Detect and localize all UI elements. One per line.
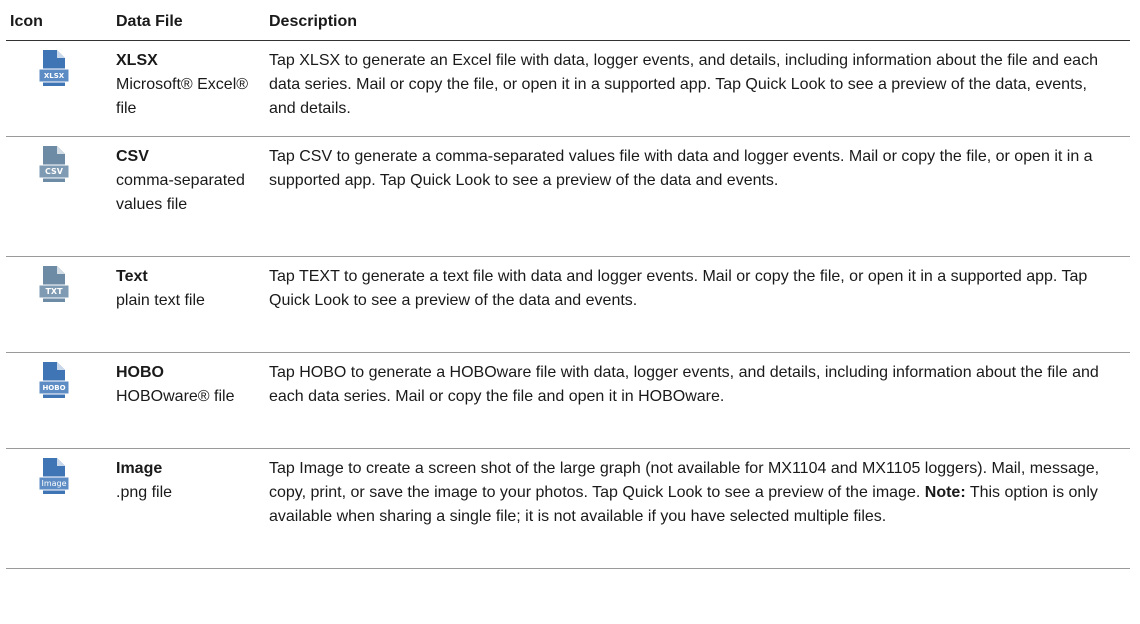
file-description: Tap HOBO to generate a HOBOware file wit…	[259, 352, 1130, 449]
csv-file-icon: CSV	[39, 145, 69, 183]
note-label: Note:	[924, 484, 966, 501]
xlsx-file-icon: XLSX	[39, 49, 69, 87]
header-description: Description	[259, 4, 1130, 41]
file-type: .png file	[116, 484, 173, 501]
file-name: CSV	[116, 148, 149, 165]
file-description: Tap Image to create a screen shot of the…	[259, 448, 1130, 569]
table-row: TXT Text plain text file Tap TEXT to gen…	[6, 256, 1130, 353]
data-file-table: Icon Data File Description XLSX XLSX Mic…	[6, 4, 1130, 569]
file-name: Text	[116, 268, 148, 285]
file-type: comma-separated values file	[116, 172, 245, 213]
table-row: CSV CSV comma-separated values file Tap …	[6, 136, 1130, 257]
hobo-file-icon: HOBO	[39, 361, 69, 399]
txt-file-icon: TXT	[39, 265, 69, 303]
file-type: HOBOware® file	[116, 388, 235, 405]
file-name: HOBO	[116, 364, 164, 381]
file-type: plain text file	[116, 292, 205, 309]
table-row: HOBO HOBO HOBOware® file Tap HOBO to gen…	[6, 352, 1130, 449]
table-header-row: Icon Data File Description	[6, 4, 1130, 41]
file-description: Tap CSV to generate a comma-separated va…	[259, 136, 1130, 257]
file-type: Microsoft® Excel® file	[116, 76, 249, 117]
table-row: Image Image .png file Tap Image to creat…	[6, 448, 1130, 569]
image-file-icon: Image	[39, 457, 69, 495]
file-description: Tap XLSX to generate an Excel file with …	[259, 40, 1130, 137]
file-name: XLSX	[116, 52, 158, 69]
header-icon: Icon	[6, 4, 107, 41]
file-name: Image	[116, 460, 163, 477]
header-data-file: Data File	[107, 4, 259, 41]
table-row: XLSX XLSX Microsoft® Excel® file Tap XLS…	[6, 40, 1130, 137]
file-description: Tap TEXT to generate a text file with da…	[259, 256, 1130, 353]
